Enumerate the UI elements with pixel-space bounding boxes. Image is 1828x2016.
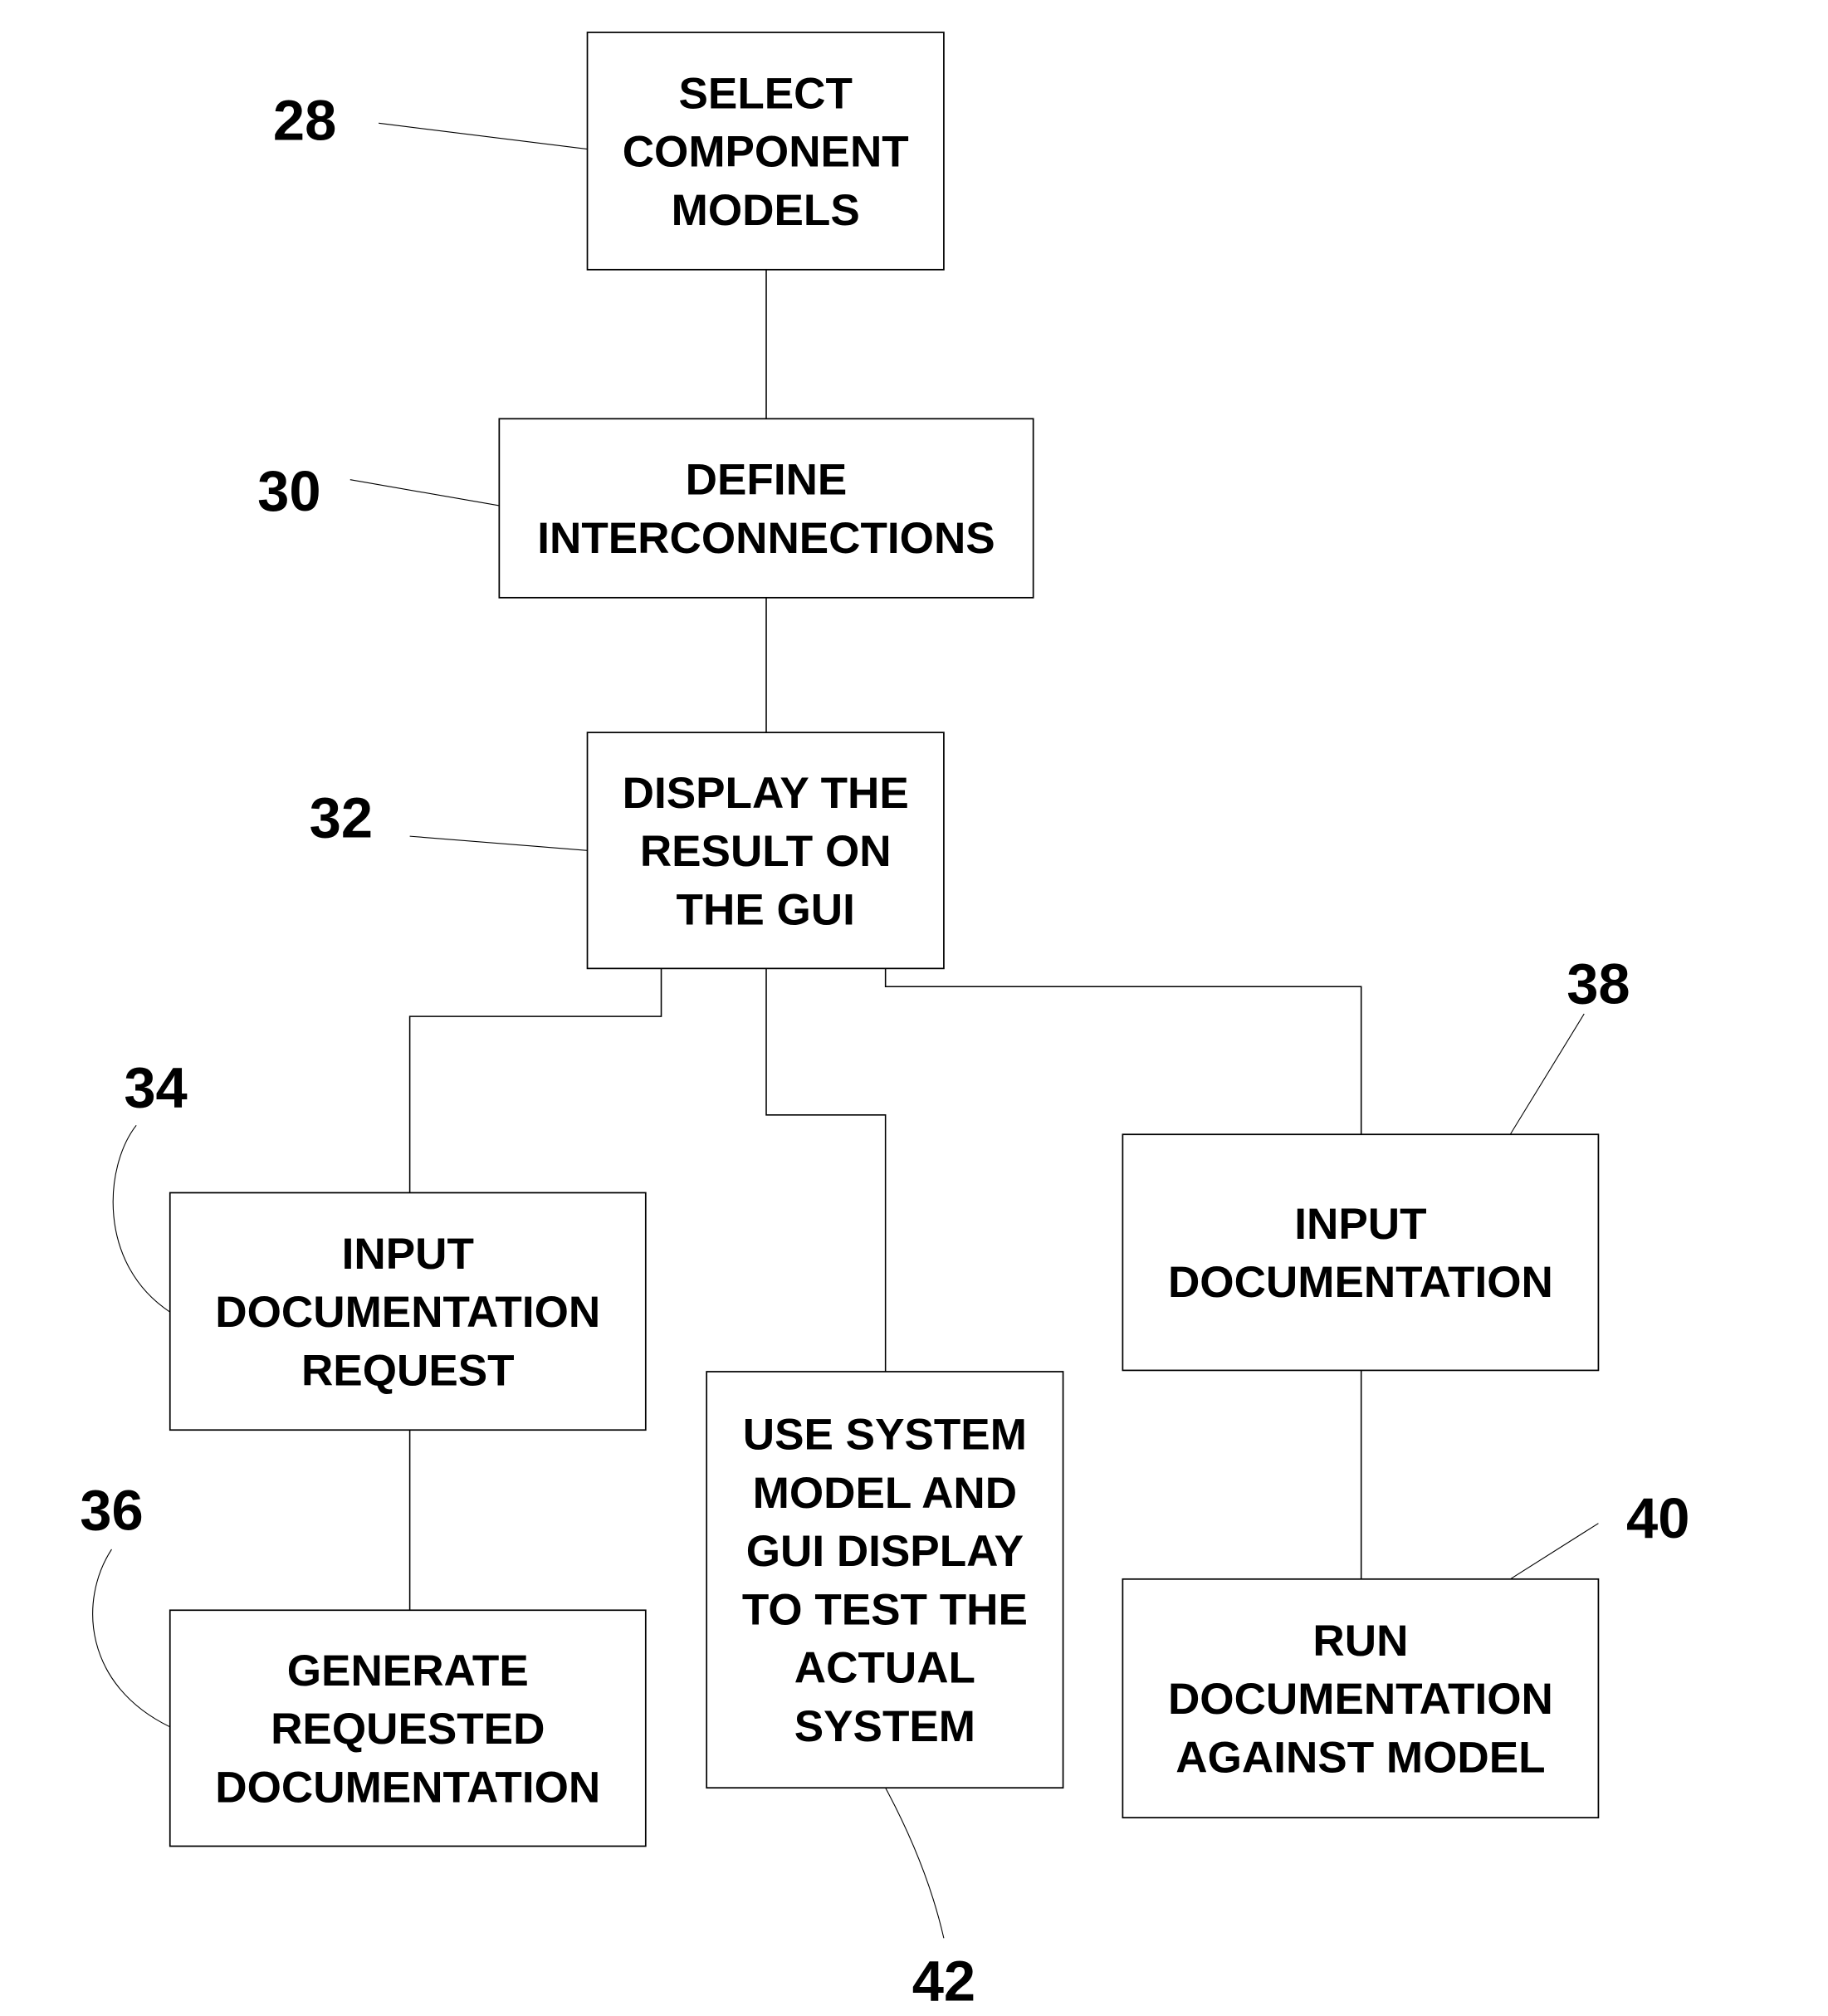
step-box-border <box>1122 1133 1600 1372</box>
connector-32-to-38 <box>884 968 1362 1135</box>
step-label-line: DEFINE <box>686 456 848 505</box>
step-label-line: SYSTEM <box>794 1702 975 1751</box>
step-label-line: THE GUI <box>677 885 855 934</box>
step-label-line: DOCUMENTATION <box>215 1288 600 1337</box>
step-label-line: GENERATE <box>287 1647 529 1695</box>
leader-line-28 <box>379 122 588 150</box>
step-box-42: USE SYSTEM MODEL AND GUI DISPLAY TO TEST TH… <box>706 1371 1064 1789</box>
reference-numeral-36: 36 <box>80 1478 143 1542</box>
step-label-line: DISPLAY THE <box>623 769 909 818</box>
step-label-line: TO TEST THE <box>742 1585 1028 1634</box>
step-label-line: ACTUAL <box>794 1644 975 1693</box>
step-box-32: DISPLAY THE RESULT ON THE GUI <box>586 732 945 970</box>
step-box-28: SELECT COMPONENT MODELS <box>586 32 945 271</box>
flowchart-diagram: SELECT COMPONENT MODELS DEFINE INTERCONNECTI… <box>80 32 1689 2013</box>
reference-numeral-28: 28 <box>273 89 336 153</box>
reference-numeral-38: 38 <box>1567 952 1630 1016</box>
reference-numeral-32: 32 <box>310 786 373 850</box>
step-label-line: RESULT ON <box>640 827 892 876</box>
leader-line-38 <box>1509 1013 1585 1135</box>
step-label-line: RUN <box>1312 1617 1408 1666</box>
leader-line-42 <box>885 1787 945 1939</box>
step-box-border <box>498 418 1034 599</box>
leader-line-34 <box>112 1124 171 1313</box>
step-label-line: GUI DISPLAY <box>746 1527 1024 1576</box>
step-label-line: INPUT <box>1294 1200 1426 1249</box>
step-boxes: SELECT COMPONENT MODELS DEFINE INTERCONNECTI… <box>169 32 1600 1847</box>
step-box-30: DEFINE INTERCONNECTIONS <box>498 418 1034 599</box>
step-label-line: DOCUMENTATION <box>1168 1675 1553 1724</box>
leader-line-40 <box>1509 1523 1599 1580</box>
step-label-line: REQUEST <box>301 1346 515 1395</box>
reference-numeral-42: 42 <box>912 1949 975 2013</box>
step-label-line: DOCUMENTATION <box>1168 1258 1553 1307</box>
step-label-line: REQUESTED <box>271 1705 545 1754</box>
step-label-line: DOCUMENTATION <box>215 1763 600 1812</box>
step-box-34: INPUT DOCUMENTATION REQUEST <box>169 1191 647 1431</box>
step-label-line: INPUT <box>342 1230 474 1279</box>
leader-line-30 <box>349 479 500 506</box>
leader-line-36 <box>92 1549 170 1728</box>
reference-numeral-40: 40 <box>1626 1486 1689 1550</box>
reference-numeral-34: 34 <box>124 1055 187 1119</box>
reference-numeral-30: 30 <box>257 459 320 523</box>
step-label-line: COMPONENT <box>623 128 909 177</box>
step-box-36: GENERATE REQUESTED DOCUMENTATION <box>169 1609 647 1847</box>
connector-32-to-42 <box>765 968 887 1372</box>
connector-32-to-34 <box>408 968 662 1193</box>
step-label-line: USE SYSTEM <box>743 1411 1027 1460</box>
step-label-line: MODELS <box>672 186 860 235</box>
step-label-line: AGAINST MODEL <box>1175 1733 1545 1782</box>
step-label-line: MODEL AND <box>753 1469 1017 1518</box>
step-label-line: INTERCONNECTIONS <box>537 514 995 563</box>
step-box-38: INPUT DOCUMENTATION <box>1122 1133 1600 1372</box>
step-box-40: RUN DOCUMENTATION AGAINST MODEL <box>1122 1578 1600 1818</box>
step-label-line: SELECT <box>679 69 853 118</box>
leader-line-32 <box>409 835 588 851</box>
